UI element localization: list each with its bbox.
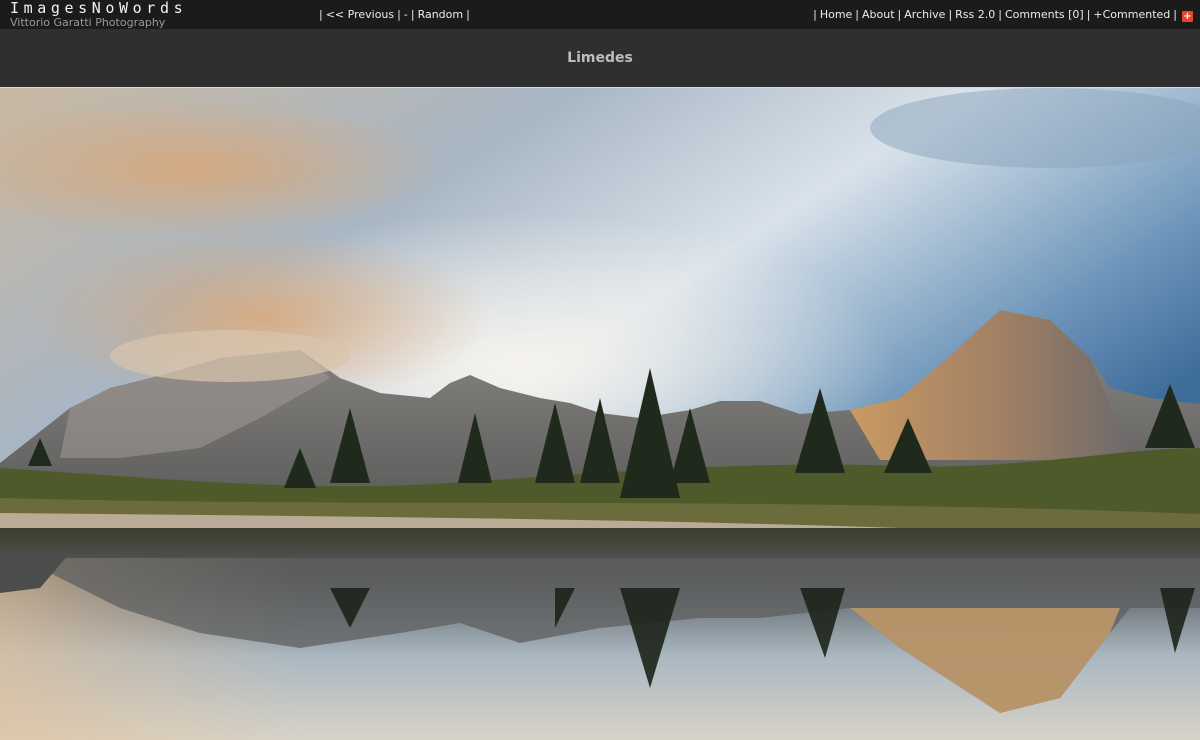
nav-separator: | xyxy=(1086,8,1091,21)
nav-separator: | xyxy=(948,8,953,21)
nav-separator: | xyxy=(1173,8,1177,21)
nav-separator: | xyxy=(319,8,323,21)
random-link[interactable]: Random xyxy=(418,8,464,21)
comments-link[interactable]: Comments [0] xyxy=(1005,8,1084,21)
photo-title: Limedes xyxy=(567,50,633,66)
photo-frame[interactable] xyxy=(0,87,1200,740)
nav-separator: | xyxy=(397,8,401,21)
plus-icon[interactable]: + xyxy=(1182,11,1193,22)
archive-link[interactable]: Archive xyxy=(904,8,945,21)
nav-separator: | xyxy=(998,8,1002,21)
site-title[interactable]: ImagesNoWords xyxy=(10,1,187,16)
site-brand[interactable]: ImagesNoWords Vittorio Garatti Photograp… xyxy=(10,1,187,29)
about-link[interactable]: About xyxy=(862,8,895,21)
rss-link[interactable]: Rss 2.0 xyxy=(955,8,995,21)
site-nav: | Home | About | Archive | Rss 2.0 | Comments [0]… xyxy=(810,8,1193,22)
site-subtitle: Vittorio Garatti Photography xyxy=(10,16,166,29)
previous-link[interactable]: << Previous xyxy=(326,8,394,21)
landscape-photo[interactable] xyxy=(0,88,1200,740)
nav-separator: | xyxy=(410,8,415,21)
nav-separator: | xyxy=(855,8,860,21)
home-link[interactable]: Home xyxy=(820,8,852,21)
nav-separator: | xyxy=(813,8,817,21)
nav-separator: | xyxy=(466,8,470,21)
top-bar: ImagesNoWords Vittorio Garatti Photograp… xyxy=(0,0,1200,29)
dash-link[interactable]: - xyxy=(404,8,408,21)
commented-link[interactable]: +Commented xyxy=(1093,8,1170,21)
photo-nav: | << Previous | - | Random | xyxy=(316,8,473,21)
nav-separator: | xyxy=(897,8,902,21)
